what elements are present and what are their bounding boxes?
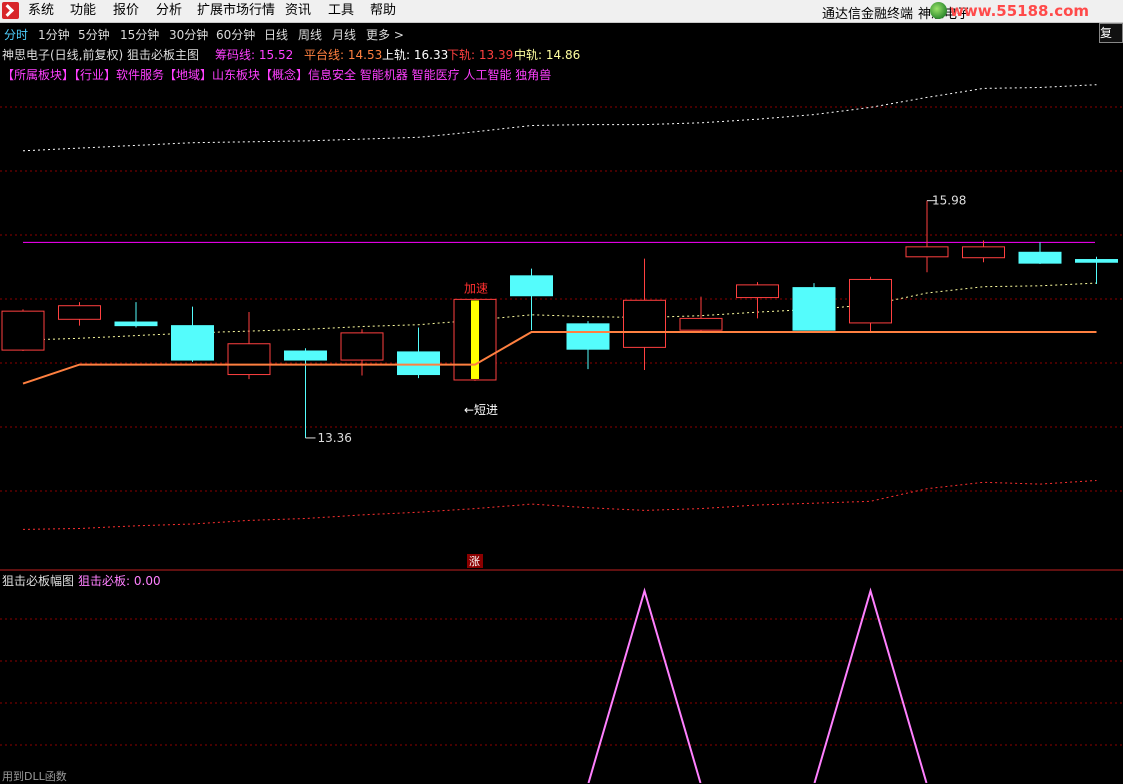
zhang-marker: 涨: [469, 555, 480, 568]
menu-extended-market[interactable]: 扩展市场行情: [197, 3, 275, 19]
tab-60min[interactable]: 60分钟: [216, 26, 255, 43]
menu-analysis[interactable]: 分析: [156, 3, 182, 19]
candle-down: [1075, 259, 1118, 263]
high-price-label: 15.98: [932, 194, 966, 208]
candle-down: [1018, 251, 1062, 264]
menu-help[interactable]: 帮助: [370, 3, 396, 19]
menu-tools[interactable]: 工具: [328, 3, 354, 19]
fuquan-button[interactable]: 复权: [1099, 23, 1123, 43]
menu-system[interactable]: 系统: [28, 3, 54, 19]
tab-monthly[interactable]: 月线: [332, 26, 356, 43]
globe-icon: [930, 2, 947, 19]
candle-down: [284, 350, 327, 361]
candle-up: [962, 246, 1005, 259]
tab-weekly[interactable]: 周线: [298, 26, 322, 43]
candle-up: [58, 305, 101, 320]
app-logo-icon: [2, 2, 19, 19]
period-tab-bar: 分时 1分钟 5分钟 15分钟 30分钟 60分钟 日线 周线 月线 更多 >: [0, 23, 1123, 43]
annotations: 加速 ←短进 15.98 13.36 涨: [318, 194, 967, 568]
bollinger-bands: [22, 84, 1097, 530]
low-price-label: 13.36: [318, 431, 352, 445]
tab-intraday[interactable]: 分时: [4, 26, 28, 43]
tab-1min[interactable]: 1分钟: [38, 26, 70, 43]
xiagui-line: [22, 480, 1097, 530]
sub-chart: [587, 587, 928, 783]
signal-highlight-bar: [471, 300, 479, 379]
watermark: www.55188.com: [930, 1, 1115, 21]
duanjin-label: ←短进: [464, 403, 498, 417]
sub-chart-title: 狙击必板幅图: [2, 574, 75, 588]
dll-note: 用到DLL函数: [2, 770, 67, 783]
candle-up: [679, 317, 723, 331]
candle-down: [510, 275, 553, 297]
candle-up: [623, 299, 666, 348]
tab-30min[interactable]: 30分钟: [169, 26, 208, 43]
tab-5min[interactable]: 5分钟: [78, 26, 110, 43]
watermark-text: www.55188.com: [950, 2, 1090, 20]
sub-indicator: 狙击必板: 0.00: [78, 574, 161, 588]
menu-function[interactable]: 功能: [70, 3, 96, 19]
candle-down: [792, 287, 836, 331]
shangui-line: [22, 84, 1097, 152]
menu-bar: 系统 功能 报价 分析 扩展市场行情 资讯 工具 帮助 通达信金融终端 神思电子…: [0, 0, 1123, 23]
tab-daily[interactable]: 日线: [264, 26, 288, 43]
sub-indicator-line: [587, 587, 928, 783]
tab-15min[interactable]: 15分钟: [120, 26, 159, 43]
candle-up: [227, 343, 271, 376]
candle-up: [1, 310, 45, 351]
tab-more[interactable]: 更多 >: [366, 26, 404, 43]
candles: [1, 200, 1118, 438]
terminal-name: 通达信金融终端: [822, 7, 914, 22]
candle-down: [566, 323, 610, 350]
candle-up: [905, 246, 949, 258]
kline-chart[interactable]: 加速 ←短进 15.98 13.36 涨: [0, 43, 1123, 783]
jiasu-label: 加速: [464, 281, 488, 295]
candle-down: [397, 351, 440, 376]
candle-down: [171, 325, 214, 361]
candle-down: [114, 321, 158, 327]
menu-news[interactable]: 资讯: [285, 3, 311, 19]
candle-up: [849, 278, 892, 324]
candle-up: [340, 332, 384, 361]
sub-indicator-value: 0.00: [133, 574, 161, 588]
menu-quote[interactable]: 报价: [113, 3, 139, 19]
candle-up: [736, 284, 779, 299]
